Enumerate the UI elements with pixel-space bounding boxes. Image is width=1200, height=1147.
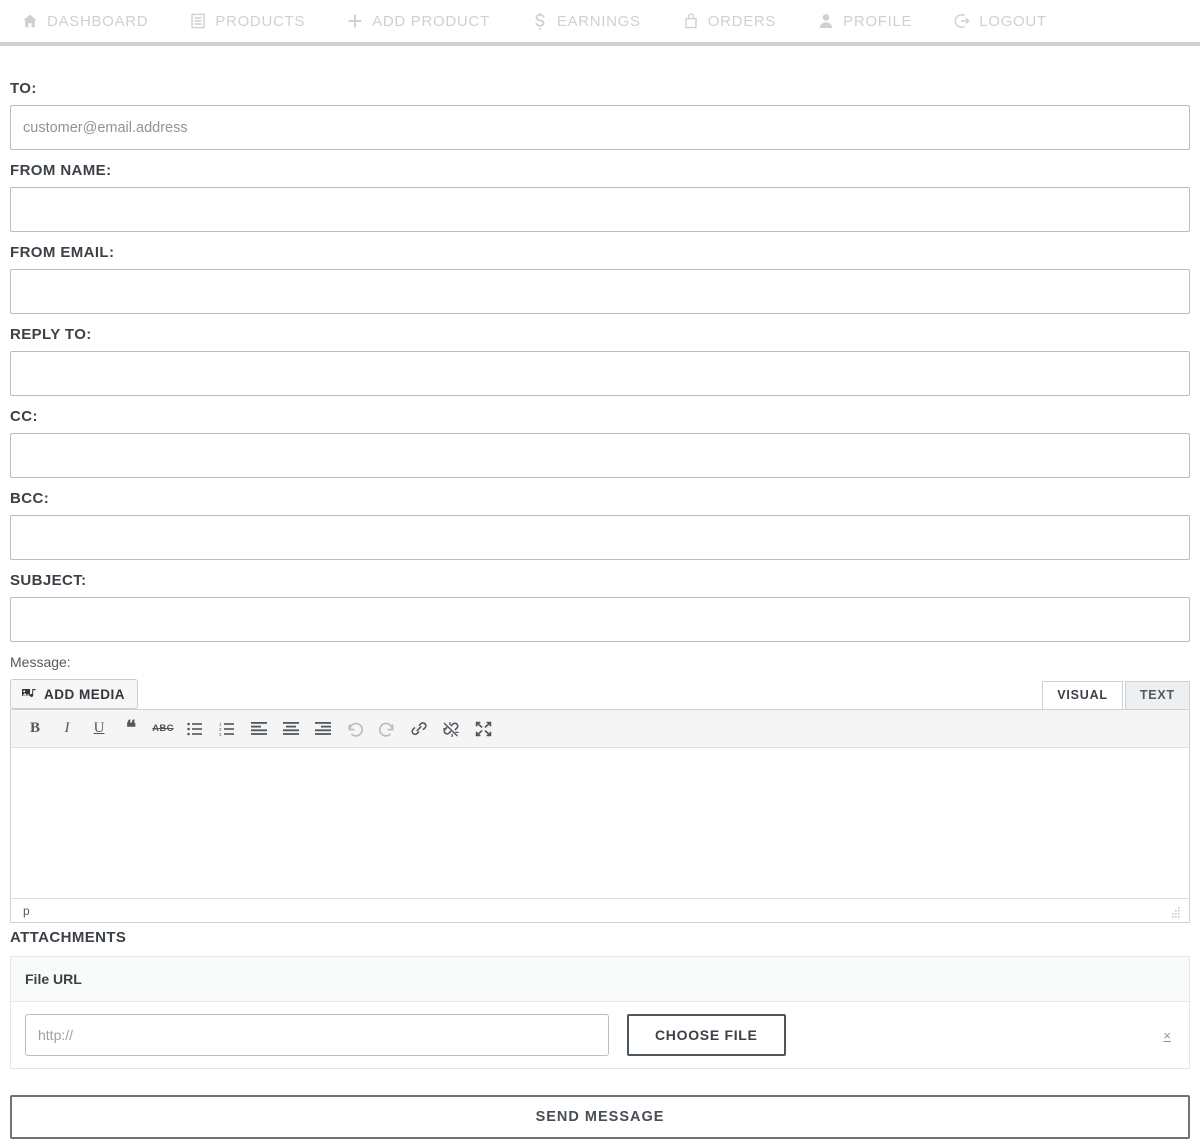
editor-statusbar: p (11, 898, 1189, 922)
underline-icon[interactable]: U (83, 714, 115, 744)
user-icon (818, 13, 834, 29)
nav-item-label: ORDERS (708, 13, 776, 30)
send-message-button[interactable]: SEND MESSAGE (10, 1095, 1190, 1139)
bottom-spacer (10, 1139, 1190, 1147)
subject-input[interactable] (10, 597, 1190, 642)
element-path: p (23, 904, 30, 918)
bullet-list-icon[interactable] (179, 714, 211, 744)
bcc-input[interactable] (10, 515, 1190, 560)
plus-icon (347, 13, 363, 29)
svg-text:3: 3 (219, 731, 222, 735)
rich-text-editor: B I U ❝ ABC 1 2 3 (10, 709, 1190, 923)
bag-icon (683, 13, 699, 29)
nav-item-earnings[interactable]: EARNINGS (532, 13, 641, 30)
nav-item-logout[interactable]: LOGOUT (954, 13, 1047, 30)
editor-mode-tabs: VISUAL TEXT (1042, 681, 1190, 710)
align-left-icon[interactable] (243, 714, 275, 744)
cc-input[interactable] (10, 433, 1190, 478)
align-right-icon[interactable] (307, 714, 339, 744)
nav-item-label: ADD PRODUCT (372, 13, 490, 30)
label-bcc: BCC: (10, 478, 1190, 507)
nav-item-label: PRODUCTS (215, 13, 305, 30)
add-media-button[interactable]: ADD MEDIA (10, 679, 138, 709)
link-icon[interactable] (403, 714, 435, 744)
numbered-list-icon[interactable]: 1 2 3 (211, 714, 243, 744)
attachments-table: File URL CHOOSE FILE × (10, 956, 1190, 1069)
nav-item-label: LOGOUT (979, 13, 1047, 30)
dollar-icon (532, 13, 548, 29)
editor-content-area[interactable] (11, 748, 1189, 898)
redo-icon[interactable] (371, 714, 403, 744)
add-media-label: ADD MEDIA (44, 687, 125, 702)
media-icon (21, 686, 37, 702)
to-input[interactable] (10, 105, 1190, 150)
bold-icon[interactable]: B (19, 714, 51, 744)
main-navigation: DASHBOARD PRODUCTS ADD PRODUCT EARNINGS (0, 0, 1200, 46)
label-cc: CC: (10, 396, 1190, 425)
nav-item-add-product[interactable]: ADD PRODUCT (347, 13, 490, 30)
label-from-name: FROM NAME: (10, 150, 1190, 179)
from-email-input[interactable] (10, 269, 1190, 314)
undo-icon[interactable] (339, 714, 371, 744)
attachment-row: CHOOSE FILE × (11, 1002, 1189, 1069)
label-message: Message: (10, 654, 1190, 670)
label-to: TO: (10, 46, 1190, 97)
message-form: TO: FROM NAME: FROM EMAIL: REPLY TO: CC:… (0, 46, 1200, 1147)
file-url-input[interactable] (25, 1014, 609, 1056)
unlink-icon[interactable] (435, 714, 467, 744)
blockquote-icon[interactable]: ❝ (115, 714, 147, 744)
nav-item-label: PROFILE (843, 13, 912, 30)
nav-item-dashboard[interactable]: DASHBOARD (22, 13, 148, 30)
editor-header: ADD MEDIA VISUAL TEXT (10, 675, 1190, 709)
tab-text[interactable]: TEXT (1125, 681, 1190, 710)
home-icon (22, 13, 38, 29)
label-subject: SUBJECT: (10, 560, 1190, 589)
choose-file-button[interactable]: CHOOSE FILE (627, 1014, 786, 1056)
from-name-input[interactable] (10, 187, 1190, 232)
nav-item-products[interactable]: PRODUCTS (190, 13, 305, 30)
strikethrough-icon[interactable]: ABC (147, 714, 179, 744)
label-reply-to: REPLY TO: (10, 314, 1190, 343)
attachments-column-header: File URL (11, 957, 1189, 1002)
remove-attachment-icon[interactable]: × (1163, 1028, 1175, 1043)
fullscreen-icon[interactable] (467, 714, 499, 744)
italic-icon[interactable]: I (51, 714, 83, 744)
nav-item-orders[interactable]: ORDERS (683, 13, 776, 30)
reply-to-input[interactable] (10, 351, 1190, 396)
label-from-email: FROM EMAIL: (10, 232, 1190, 261)
editor-toolbar: B I U ❝ ABC 1 2 3 (11, 710, 1189, 748)
nav-item-label: DASHBOARD (47, 13, 148, 30)
align-center-icon[interactable] (275, 714, 307, 744)
list-document-icon (190, 13, 206, 29)
nav-item-label: EARNINGS (557, 13, 641, 30)
logout-icon (954, 13, 970, 29)
tab-visual[interactable]: VISUAL (1042, 681, 1123, 710)
resize-handle-icon[interactable] (1170, 905, 1181, 916)
nav-item-profile[interactable]: PROFILE (818, 13, 912, 30)
attachments-title: ATTACHMENTS (10, 929, 1190, 946)
